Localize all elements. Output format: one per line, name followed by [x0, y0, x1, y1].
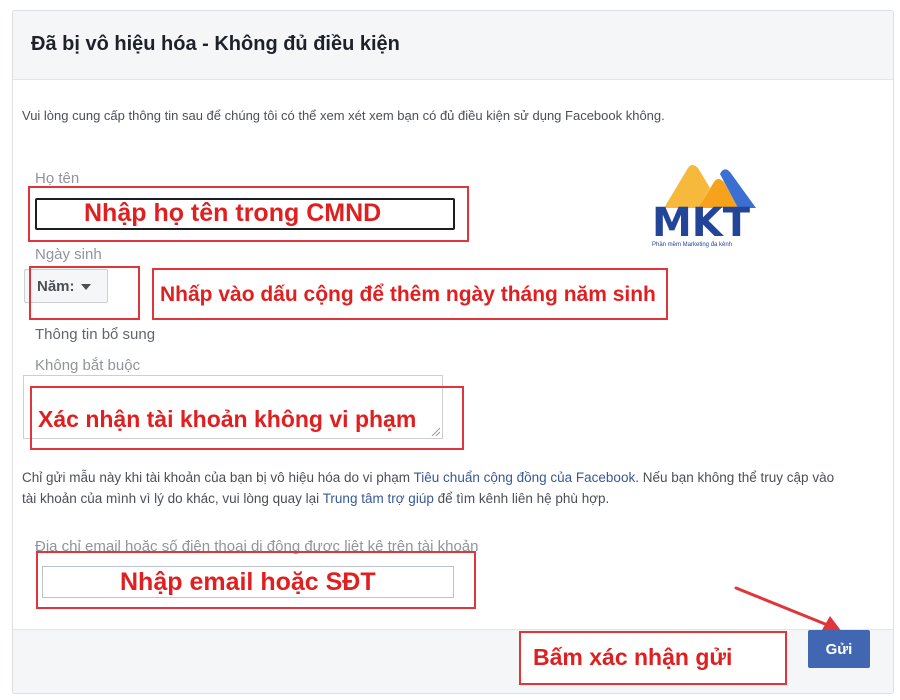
help-center-link[interactable]: Trung tâm trợ giúp	[323, 491, 434, 506]
submit-annotation: Bấm xác nhận gửi	[533, 644, 733, 670]
dob-label: Ngày sinh	[35, 246, 102, 263]
extra-label: Thông tin bổ sung	[35, 326, 156, 343]
community-standards-link[interactable]: Tiêu chuẩn cộng đồng của Facebook	[414, 470, 636, 485]
notice-part-1: Chỉ gửi mẫu này khi tài khoản của bạn bị…	[22, 470, 414, 485]
contact-annotation: Nhập email hoặc SĐT	[120, 568, 376, 596]
intro-text: Vui lòng cung cấp thông tin sau để chúng…	[22, 108, 665, 123]
dialog-header: Đã bị vô hiệu hóa - Không đủ điều kiện	[13, 11, 893, 80]
mkt-logo-tagline: Phần mềm Marketing đa kênh	[652, 242, 733, 248]
optional-label: Không bắt buộc	[35, 357, 141, 374]
mkt-logo-text: MKT	[652, 200, 751, 246]
send-button[interactable]: Gửi	[808, 630, 870, 668]
name-annotation: Nhập họ tên trong CMND	[84, 199, 382, 227]
mkt-logo: MKT Phần mềm Marketing đa kênh	[644, 150, 766, 250]
dialog-title: Đã bị vô hiệu hóa - Không đủ điều kiện	[31, 33, 400, 55]
dob-select-annotation-box	[29, 266, 140, 320]
notice-part-3: để tìm kênh liên hệ phù hợp.	[433, 491, 610, 506]
dob-annotation: Nhấp vào dấu cộng để thêm ngày tháng năm…	[160, 283, 656, 306]
name-label: Họ tên	[35, 170, 80, 187]
notice-text: Chỉ gửi mẫu này khi tài khoản của bạn bị…	[22, 467, 852, 509]
extra-annotation: Xác nhận tài khoản không vi phạm	[38, 406, 417, 432]
